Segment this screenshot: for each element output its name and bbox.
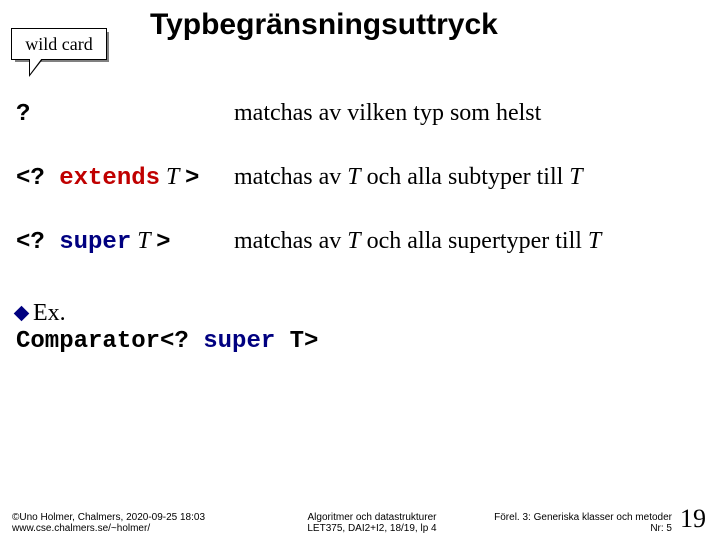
rhs-T1: T [347,164,360,190]
example-block: Ex. Comparator<? super T> [16,300,706,355]
example-pre: Comparator<? [16,328,203,355]
footer-center: Algoritmer och datastrukturer LET375, DA… [262,512,482,534]
slide-title: Typbegränsningsuttryck [150,8,498,42]
rhs-pre: matchas av [234,164,347,190]
rhs-T2: T [588,228,601,254]
example-post: T> [275,328,318,355]
slide-footer: ©Uno Holmer, Chalmers, 2020-09-25 18:03 … [0,504,720,534]
page-number: 19 [680,504,706,534]
callout-label: wild card [11,28,107,60]
lhs-post: > [185,165,199,192]
rhs-mid: och alla supertyper till [361,228,588,254]
lhs-pre: <? [16,165,59,192]
wildcard-row-super: <? super T > matchas av T och alla super… [16,228,706,256]
wildcard-row-extends: <? extends T > matchas av T och alla sub… [16,164,706,192]
rhs-pre: matchas av [234,228,347,254]
lhs-pre: <? [16,229,59,256]
rhs-T2: T [569,164,582,190]
bullet-diamond-icon [14,306,30,322]
wildcard-row-any: ? matchas av vilken typ som helst [16,100,706,128]
footer-left: ©Uno Holmer, Chalmers, 2020-09-25 18:03 … [12,512,262,534]
rhs-T1: T [347,228,360,254]
lhs-T: T [131,228,156,254]
lhs-pre: ? [16,101,30,128]
example-lead: Ex. [33,300,66,326]
lhs-T: T [160,164,185,190]
wildcard-callout: wild card [11,28,109,62]
example-kw: super [203,328,275,355]
lhs-post: > [156,229,170,256]
rhs-mid: och alla subtyper till [361,164,570,190]
lhs-kw: super [59,229,131,256]
content-area: ? matchas av vilken typ som helst <? ext… [16,100,706,355]
rhs-pre: matchas av vilken typ som helst [234,100,541,126]
footer-right: Förel. 3: Generiska klasser och metoder … [482,512,672,534]
lhs-kw: extends [59,165,160,192]
